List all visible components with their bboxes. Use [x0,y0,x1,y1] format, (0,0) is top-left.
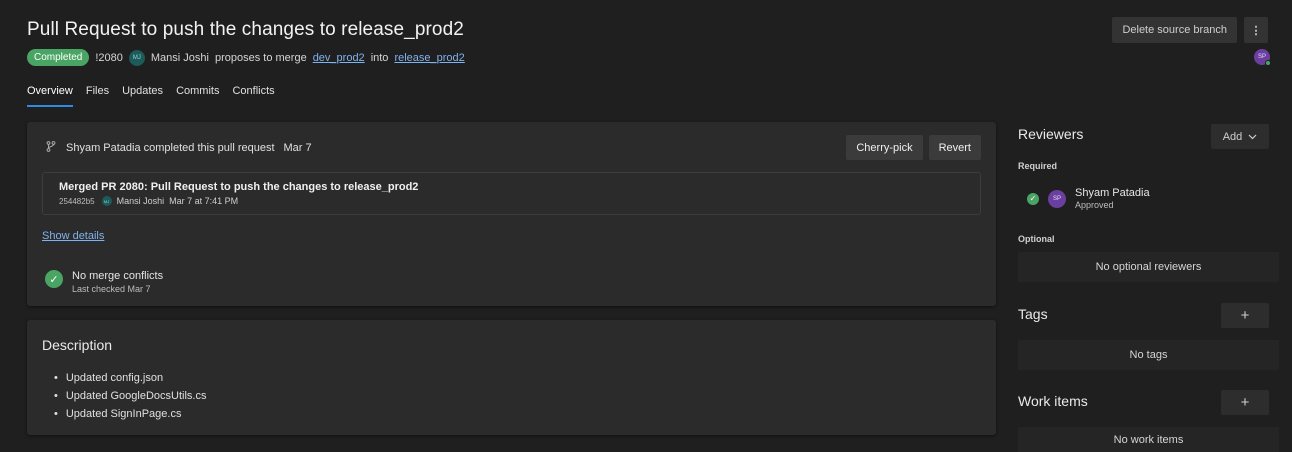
source-branch-link[interactable]: dev_prod2 [313,52,365,64]
more-options-icon[interactable]: ⋮ [1244,17,1268,43]
avatar: SP [1048,189,1066,208]
add-label: Add [1222,130,1243,143]
status-card: Shyam Patadia completed this pull reques… [27,122,996,306]
pr-meta-row: Completed !2080 MJ Mansi Joshi proposes … [27,49,465,66]
no-tags: No tags [1018,340,1279,370]
cherry-pick-button[interactable]: Cherry-pick [846,135,923,160]
add-tag-button[interactable]: + [1221,303,1269,328]
merge-icon [45,141,57,155]
no-optional-reviewers: No optional reviewers [1018,252,1279,282]
reviewer-name: Shyam Patadia [1075,187,1150,199]
merge-conflicts-status: ✓ No merge conflicts Last checked Mar 7 [45,270,163,294]
description-list: Updated config.json Updated GoogleDocsUt… [54,369,207,423]
tab-commits[interactable]: Commits [176,85,219,107]
header-actions: Delete source branch ⋮ [1112,17,1268,43]
avatar: MJ [101,196,112,206]
status-badge: Completed [27,49,90,66]
list-item: Updated config.json [54,369,206,387]
plus-icon: + [1240,307,1250,324]
reviewer-status: Approved [1075,200,1114,210]
list-item: Updated SignInPage.cs [54,405,206,423]
tab-updates[interactable]: Updates [122,85,163,107]
conflicts-sub-text: Last checked Mar 7 [72,284,151,294]
add-work-item-button[interactable]: + [1221,390,1269,415]
optional-label: Optional [1018,234,1055,244]
description-title: Description [42,337,113,353]
user-avatar[interactable]: SP [1254,49,1271,66]
commit-meta: 254482b5 MJ Mansi Joshi Mar 7 at 7:41 PM [59,196,238,206]
show-details-link[interactable]: Show details [42,230,104,242]
tab-bar: Overview Files Updates Commits Conflicts [27,85,288,107]
commit-author: Mansi Joshi [116,196,165,206]
merge-commit-box[interactable]: Merged PR 2080: Pull Request to push the… [42,172,981,215]
into-text: into [370,51,389,64]
avatar: MJ [128,49,145,66]
tags-title: Tags [1018,306,1048,322]
target-branch-link[interactable]: release_prod2 [394,52,464,64]
approved-icon: ✓ [1027,192,1039,205]
add-reviewer-button[interactable]: Add [1211,124,1269,149]
commit-hash[interactable]: 254482b5 [59,197,95,206]
completed-date: Mar 7 [283,142,312,154]
tab-files[interactable]: Files [86,85,109,107]
description-card: Description Updated config.json Updated … [27,320,996,435]
list-item: Updated GoogleDocsUtils.cs [54,387,207,405]
tab-overview[interactable]: Overview [27,85,73,107]
completed-by-text: Shyam Patadia completed this pull reques… [66,142,275,154]
author-name: Mansi Joshi [150,51,209,64]
conflicts-main-text: No merge conflicts [72,270,164,282]
completion-row: Shyam Patadia completed this pull reques… [45,141,312,155]
proposes-text: proposes to merge [214,51,307,64]
delete-source-branch-button[interactable]: Delete source branch [1112,17,1237,43]
no-work-items: No work items [1018,427,1279,452]
reviewers-title: Reviewers [1018,126,1084,142]
required-label: Required [1018,161,1058,171]
pr-id: !2080 [95,51,123,64]
chevron-down-icon [1248,131,1257,143]
revert-button[interactable]: Revert [928,135,981,160]
work-items-title: Work items [1018,393,1088,409]
commit-time: Mar 7 at 7:41 PM [169,196,239,206]
commit-title: Merged PR 2080: Pull Request to push the… [59,181,419,193]
status-actions: Cherry-pick Revert [846,135,981,160]
online-status-icon [1265,60,1271,66]
page-title: Pull Request to push the changes to rele… [27,19,464,40]
reviewer-item[interactable]: ✓ SP Shyam Patadia Approved [1027,187,1150,210]
tab-conflicts[interactable]: Conflicts [232,85,274,107]
check-icon: ✓ [45,270,63,288]
plus-icon: + [1240,394,1250,411]
